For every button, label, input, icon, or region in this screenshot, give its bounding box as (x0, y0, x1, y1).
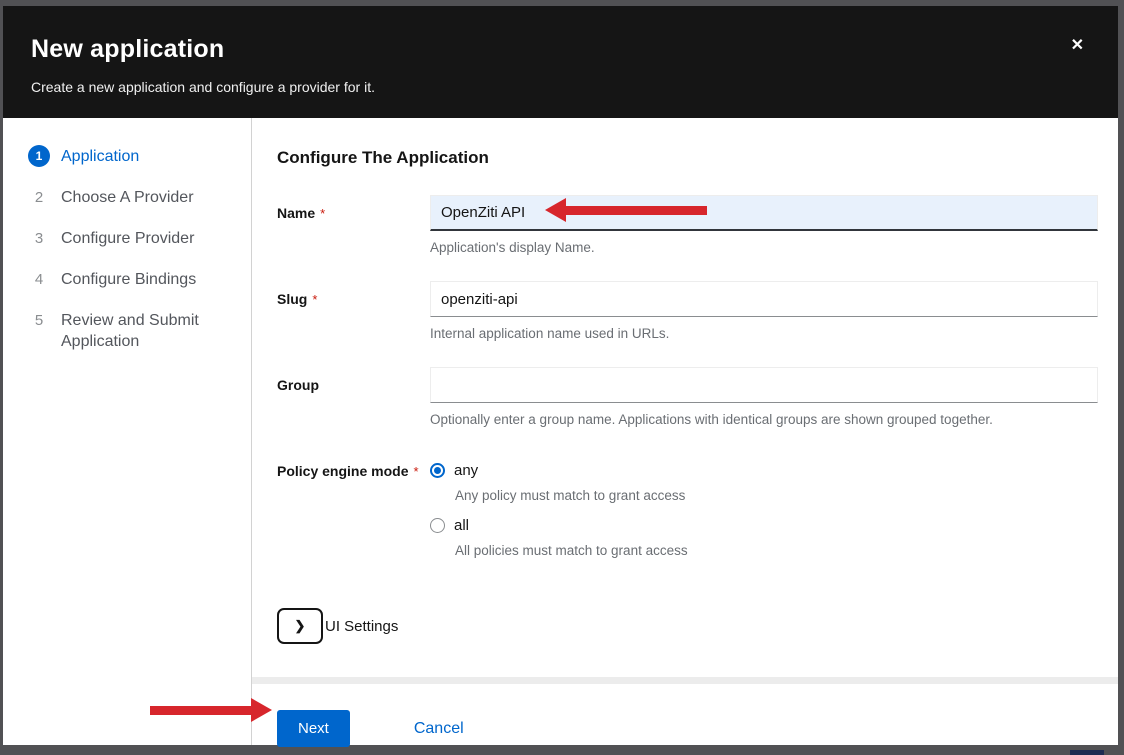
wizard-step-sidebar: 1 Application 2 Choose A Provider 3 Conf… (3, 118, 252, 745)
policy-mode-all-description: All policies must match to grant access (455, 543, 1098, 558)
name-field[interactable] (430, 195, 1098, 231)
backdrop-page-artifact (1070, 750, 1104, 755)
slug-form-row: Slug * Internal application name used in … (277, 281, 1098, 341)
step-number: 2 (28, 186, 50, 208)
next-button[interactable]: Next (277, 710, 350, 747)
required-asterisk: * (413, 464, 418, 479)
name-label: Name (277, 205, 315, 221)
step-number: 5 (28, 309, 50, 331)
step-number-badge: 1 (28, 145, 50, 167)
new-application-modal: New application Create a new application… (3, 6, 1118, 745)
policy-mode-any-radio[interactable]: any (430, 462, 1098, 479)
group-label: Group (277, 377, 319, 393)
required-asterisk: * (312, 292, 317, 307)
slug-helper-text: Internal application name used in URLs. (430, 326, 1098, 341)
wizard-footer: Next Cancel (277, 684, 1098, 747)
radio-label: any (454, 462, 478, 479)
step-label: Configure Bindings (61, 268, 196, 290)
wizard-step-configure-bindings[interactable]: 4 Configure Bindings (28, 268, 233, 290)
step-number: 3 (28, 227, 50, 249)
group-helper-text: Optionally enter a group name. Applicati… (430, 412, 1098, 427)
close-icon[interactable]: ✕ (1071, 38, 1084, 54)
ui-settings-expander: ❯ UI Settings (277, 608, 1098, 644)
expand-chevron-icon[interactable]: ❯ (277, 608, 323, 644)
wizard-content-pane: Configure The Application Name * Applicat… (252, 118, 1118, 745)
name-form-row: Name * Application's display Name. (277, 195, 1098, 255)
modal-header: New application Create a new application… (3, 6, 1118, 118)
step-label: Configure Provider (61, 227, 194, 249)
wizard-step-choose-provider[interactable]: 2 Choose A Provider (28, 186, 233, 208)
slug-label: Slug (277, 291, 307, 307)
policy-mode-any-description: Any policy must match to grant access (455, 488, 1098, 503)
step-label: Review and Submit Application (61, 309, 233, 352)
step-label: Choose A Provider (61, 186, 194, 208)
cancel-link[interactable]: Cancel (414, 720, 464, 738)
ui-settings-label: UI Settings (325, 618, 398, 635)
step-number: 4 (28, 268, 50, 290)
name-helper-text: Application's display Name. (430, 240, 1098, 255)
required-asterisk: * (320, 206, 325, 221)
modal-title: New application (31, 35, 1090, 64)
radio-label: all (454, 517, 469, 534)
modal-subtitle: Create a new application and configure a… (31, 79, 1090, 95)
policy-engine-mode-row: Policy engine mode * any Any policy must … (277, 453, 1098, 572)
footer-divider (252, 677, 1118, 684)
policy-mode-all-radio[interactable]: all (430, 517, 1098, 534)
radio-unchecked-icon[interactable] (430, 518, 445, 533)
group-form-row: Group Optionally enter a group name. App… (277, 367, 1098, 427)
wizard-step-configure-provider[interactable]: 3 Configure Provider (28, 227, 233, 249)
group-field[interactable] (430, 367, 1098, 403)
radio-checked-icon[interactable] (430, 463, 445, 478)
policy-engine-mode-label: Policy engine mode (277, 463, 408, 479)
wizard-step-application[interactable]: 1 Application (28, 145, 233, 167)
step-label: Application (61, 145, 139, 167)
slug-field[interactable] (430, 281, 1098, 317)
wizard-step-review-submit[interactable]: 5 Review and Submit Application (28, 309, 233, 352)
page-title: Configure The Application (277, 148, 1098, 168)
modal-body: 1 Application 2 Choose A Provider 3 Conf… (3, 118, 1118, 745)
